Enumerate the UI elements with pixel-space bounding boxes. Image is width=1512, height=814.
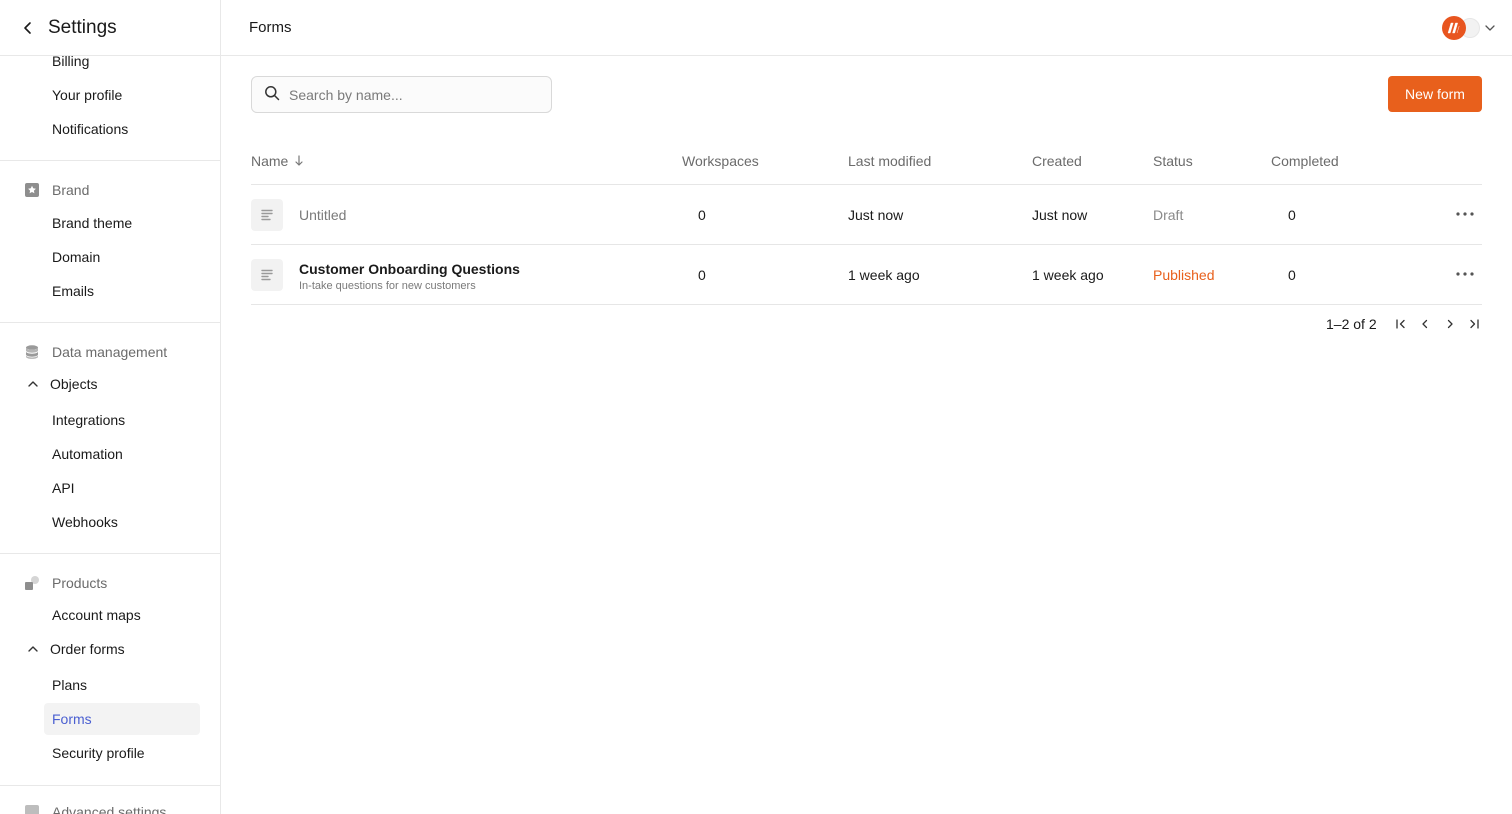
workspaces-count: 0 xyxy=(698,207,706,223)
sidebar-section-data-management: Data management xyxy=(24,343,167,361)
table-row[interactable]: Customer Onboarding Questions In-take qu… xyxy=(251,245,1482,305)
sidebar-item-security-profile[interactable]: Security profile xyxy=(52,744,145,762)
sidebar-item-plans[interactable]: Plans xyxy=(52,676,87,694)
search-box[interactable] xyxy=(251,76,552,113)
document-icon xyxy=(251,259,283,291)
sidebar-item-account-maps[interactable]: Account maps xyxy=(52,606,141,624)
workspaces-count: 0 xyxy=(698,267,706,283)
sidebar-header: Settings xyxy=(0,0,220,56)
chevron-up-icon xyxy=(26,642,40,656)
sidebar-group-label: Objects xyxy=(50,376,98,392)
sidebar-group-objects[interactable]: Objects xyxy=(26,375,97,393)
chevron-down-icon xyxy=(1484,22,1496,34)
previous-page-icon[interactable] xyxy=(1418,316,1432,332)
account-switcher[interactable] xyxy=(1442,16,1496,40)
table-divider xyxy=(251,304,1482,305)
search-icon xyxy=(264,85,280,104)
completed-count: 0 xyxy=(1288,207,1296,223)
column-header-completed[interactable]: Completed xyxy=(1271,153,1339,169)
sidebar-item-brand-theme[interactable]: Brand theme xyxy=(52,214,132,232)
sidebar-item-forms[interactable]: Forms xyxy=(52,710,92,728)
sidebar-section-advanced-settings[interactable]: Advanced settings xyxy=(24,803,166,814)
completed-count: 0 xyxy=(1288,267,1296,283)
database-icon xyxy=(24,344,40,360)
status-badge: Draft xyxy=(1153,207,1184,223)
form-name[interactable]: Untitled xyxy=(299,206,346,224)
column-header-status[interactable]: Status xyxy=(1153,153,1193,169)
created-date: Just now xyxy=(1032,207,1088,223)
sidebar-item-emails[interactable]: Emails xyxy=(52,282,94,300)
products-icon xyxy=(24,575,40,591)
sidebar-item-notifications[interactable]: Notifications xyxy=(52,120,128,138)
sidebar-group-label: Order forms xyxy=(50,641,125,657)
star-badge-icon xyxy=(24,182,40,198)
status-badge: Published xyxy=(1153,267,1215,283)
sidebar-section-products: Products xyxy=(24,574,107,592)
column-header-name[interactable]: Name xyxy=(251,153,304,169)
next-page-icon[interactable] xyxy=(1443,316,1457,332)
sidebar-section-label: Data management xyxy=(52,344,168,360)
more-options-icon[interactable] xyxy=(1455,204,1475,224)
last-page-icon[interactable] xyxy=(1467,316,1481,332)
page-title: Forms xyxy=(249,19,292,36)
sidebar-section-label: Advanced settings xyxy=(52,804,167,814)
form-name[interactable]: Customer Onboarding Questions xyxy=(299,260,520,278)
sidebar-item-webhooks[interactable]: Webhooks xyxy=(52,513,118,531)
sidebar-item-automation[interactable]: Automation xyxy=(52,445,123,463)
sidebar-group-order-forms[interactable]: Order forms xyxy=(26,640,125,658)
table-row[interactable]: Untitled 0 Just now Just now Draft 0 xyxy=(251,185,1482,245)
org-avatar xyxy=(1442,16,1466,40)
sidebar-section-label: Brand xyxy=(52,182,90,198)
column-header-last-modified[interactable]: Last modified xyxy=(848,153,931,169)
sort-down-arrow-icon xyxy=(294,155,304,167)
sidebar-section-label: Products xyxy=(52,575,108,591)
settings-sidebar: Billing Your profile Notifications Brand… xyxy=(0,0,221,814)
sidebar-divider xyxy=(0,160,220,161)
sidebar-divider xyxy=(0,785,220,786)
sidebar-item-your-profile[interactable]: Your profile xyxy=(52,86,122,104)
column-header-workspaces[interactable]: Workspaces xyxy=(682,153,759,169)
sidebar-divider xyxy=(0,322,220,323)
sidebar-item-integrations[interactable]: Integrations xyxy=(52,411,125,429)
column-header-label: Name xyxy=(251,153,289,169)
pagination-summary: 1–2 of 2 xyxy=(1326,316,1377,332)
more-options-icon[interactable] xyxy=(1455,264,1475,284)
column-header-created[interactable]: Created xyxy=(1032,153,1082,169)
created-date: 1 week ago xyxy=(1032,267,1104,283)
document-icon xyxy=(251,199,283,231)
new-form-button[interactable]: New form xyxy=(1388,76,1482,112)
search-input[interactable] xyxy=(289,86,539,103)
form-description: In-take questions for new customers xyxy=(299,280,476,292)
first-page-icon[interactable] xyxy=(1394,316,1408,332)
sidebar-divider xyxy=(0,553,220,554)
back-arrow-icon[interactable] xyxy=(20,20,36,36)
last-modified: Just now xyxy=(848,207,904,223)
sidebar-title: Settings xyxy=(48,16,117,38)
sidebar-item-api[interactable]: API xyxy=(52,479,75,497)
chevron-up-icon xyxy=(26,377,40,391)
last-modified: 1 week ago xyxy=(848,267,920,283)
advanced-settings-icon xyxy=(24,804,40,814)
sidebar-section-brand: Brand xyxy=(24,181,89,199)
sidebar-item-domain[interactable]: Domain xyxy=(52,248,100,266)
top-bar: Forms xyxy=(221,0,1512,56)
